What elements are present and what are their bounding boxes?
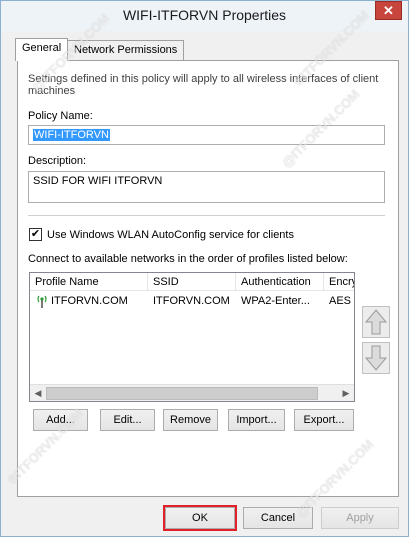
autoconfig-checkbox[interactable]: ✔ [29, 228, 42, 241]
apply-button[interactable]: Apply [321, 507, 399, 529]
autoconfig-label[interactable]: Use Windows WLAN AutoConfig service for … [47, 229, 294, 241]
close-icon: ✕ [383, 3, 394, 18]
info-text: Settings defined in this policy will app… [28, 73, 379, 85]
separator [28, 215, 385, 216]
column-header-encryption[interactable]: Encry [324, 273, 354, 291]
ok-button[interactable]: OK [163, 505, 237, 531]
import-button[interactable]: Import... [228, 409, 285, 431]
profile-name-cell: ITFORVN.COM [51, 295, 128, 307]
export-button[interactable]: Export... [294, 409, 354, 431]
tab-network-permissions-label: Network Permissions [74, 44, 178, 56]
ssid-cell: ITFORVN.COM [153, 295, 230, 307]
info-text-continued: machines [28, 85, 76, 97]
checkmark-icon: ✔ [30, 228, 41, 240]
edit-button[interactable]: Edit... [100, 409, 155, 431]
add-button[interactable]: Add... [33, 409, 88, 431]
policy-name-label: Policy Name: [28, 110, 93, 122]
encryption-cell: AES [329, 295, 352, 307]
scrollbar-thumb[interactable] [46, 387, 318, 400]
move-up-button[interactable] [362, 306, 390, 338]
column-header-ssid[interactable]: SSID [148, 273, 236, 291]
description-label: Description: [28, 155, 87, 167]
policy-name-field[interactable]: WIFI-ITFORVN [28, 125, 385, 145]
tab-network-permissions[interactable]: Network Permissions [67, 40, 185, 60]
scroll-left-icon[interactable]: ◀ [31, 387, 45, 400]
arrow-up-icon [364, 309, 388, 335]
tab-general-label: General [22, 42, 62, 54]
arrow-down-icon [364, 345, 388, 371]
tab-general[interactable]: General [15, 38, 69, 61]
profiles-list-header: Profile Name SSID Authentication Encry [30, 273, 354, 291]
wifi-signal-icon [37, 295, 47, 308]
column-header-authentication[interactable]: Authentication [236, 273, 324, 291]
title-bar[interactable]: WIFI-ITFORVN Properties ✕ [1, 1, 408, 31]
move-down-button[interactable] [362, 342, 390, 374]
window-title: WIFI-ITFORVN Properties [122, 7, 287, 23]
policy-name-value: WIFI-ITFORVN [33, 129, 110, 141]
horizontal-scrollbar[interactable]: ◀ ▶ [30, 384, 354, 401]
connect-order-text: Connect to available networks in the ord… [28, 253, 348, 265]
remove-button[interactable]: Remove [163, 409, 218, 431]
cancel-button[interactable]: Cancel [243, 507, 313, 529]
scroll-right-icon[interactable]: ▶ [339, 387, 353, 400]
table-row[interactable]: ITFORVN.COM ITFORVN.COM WPA2-Enter... AE… [30, 292, 354, 310]
authentication-cell: WPA2-Enter... [241, 295, 310, 307]
properties-dialog: WIFI-ITFORVN Properties ✕ General Networ… [0, 0, 409, 537]
description-field[interactable]: SSID FOR WIFI ITFORVN [28, 171, 385, 203]
profiles-list[interactable]: Profile Name SSID Authentication Encry I… [29, 272, 355, 402]
close-button[interactable]: ✕ [375, 1, 402, 20]
description-value: SSID FOR WIFI ITFORVN [33, 175, 163, 187]
column-header-profile-name[interactable]: Profile Name [30, 273, 148, 291]
